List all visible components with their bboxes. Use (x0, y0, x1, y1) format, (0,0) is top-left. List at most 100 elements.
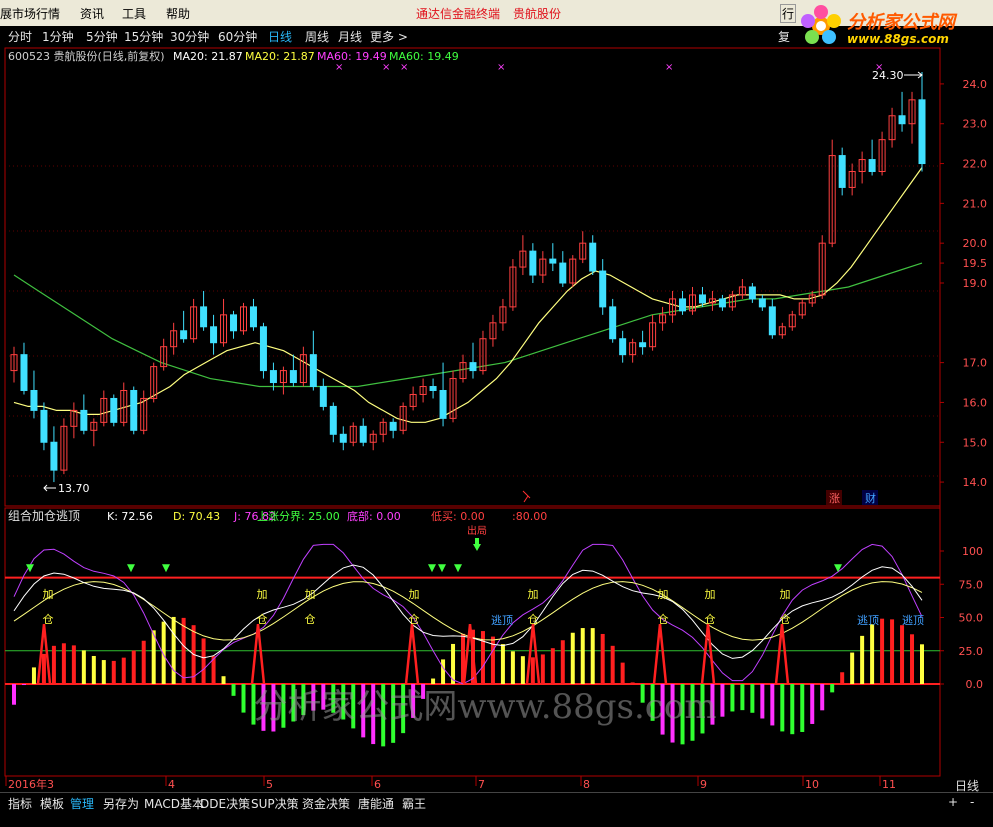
site-logo: 分析家公式网 www.88gs.com (797, 2, 993, 50)
price-tick-label: 20.0 (963, 237, 988, 250)
signal-add-label: 加 (257, 588, 268, 601)
candle-body (679, 298, 687, 312)
indicator-label-5: 低买: 0.00 (431, 510, 485, 523)
histogram-bar-down (780, 684, 785, 732)
candle-body (30, 389, 38, 411)
histogram-bar-down (810, 684, 815, 724)
signal-escape-label: 逃顶 (491, 614, 513, 627)
candle-body (249, 306, 257, 328)
price-tick-label: 23.0 (963, 118, 988, 131)
rise-marker: 涨 (829, 492, 840, 505)
period-tab-8[interactable]: 月线 (338, 28, 362, 45)
candle-body (20, 354, 28, 391)
histogram-bar-up (860, 635, 865, 684)
histogram-bar-up (620, 662, 625, 684)
event-marker-icon: × (497, 62, 505, 73)
candle-body (639, 342, 647, 348)
histogram-bar-up (71, 645, 76, 684)
candle-body (130, 389, 138, 431)
histogram-bar-up (590, 628, 595, 684)
histogram-bar-down (750, 684, 755, 713)
histogram-bar-up (530, 657, 535, 684)
period-tab-5[interactable]: 60分钟 (218, 28, 257, 45)
menu-item-market[interactable]: 展市场行情 (0, 5, 60, 22)
histogram-bar-up (540, 654, 545, 684)
ma-label-0: MA20: 21.87 (173, 50, 243, 63)
event-marker-icon: × (335, 62, 343, 73)
histogram-bar-up (201, 638, 206, 684)
indicator-label-6: :80.00 (512, 510, 547, 523)
main-info-title: 600523 贵航股份(日线,前复权) (8, 49, 165, 63)
period-tab-9[interactable]: 更多 > (370, 28, 408, 45)
price-tick-label: 21.0 (963, 197, 988, 210)
finance-marker: 财 (865, 491, 876, 505)
restore-right-label[interactable]: 复 (778, 28, 790, 45)
bottom-tab-3[interactable]: 另存为 (103, 795, 139, 812)
histogram-bar-up (91, 655, 96, 684)
buy-spike (700, 624, 716, 685)
bottom-tab-6[interactable]: SUP决策 (251, 795, 299, 812)
bottom-tab-9[interactable]: 霸王 (402, 795, 426, 812)
candle-body (599, 270, 607, 308)
candle-body (698, 294, 706, 304)
event-marker-icon: × (400, 62, 408, 73)
quote-button[interactable]: 行 (780, 4, 797, 23)
histogram-bar-up (900, 625, 905, 684)
histogram-bar-up (121, 657, 126, 684)
histogram-bar-up (31, 667, 36, 684)
date-tick-label: 10 (805, 778, 819, 791)
status-bar (0, 812, 993, 827)
period-tab-6[interactable]: 日线 (268, 28, 292, 45)
zoom-in-button[interactable]: + (948, 795, 958, 809)
period-tab-4[interactable]: 30分钟 (170, 28, 209, 45)
histogram-bar-up (61, 643, 66, 684)
histogram-bar-up (870, 624, 875, 684)
histogram-bar-down (730, 684, 735, 712)
candle-body (210, 326, 218, 344)
signal-cang-label: 仓 (780, 612, 791, 626)
period-tab-2[interactable]: 5分钟 (86, 28, 118, 45)
histogram-bar-up (141, 640, 146, 684)
exit-marker: 出局 (467, 524, 487, 537)
bottom-tab-4[interactable]: MACD基本 (144, 795, 204, 812)
bottom-tab-5[interactable]: DDE决策 (200, 795, 250, 812)
price-tick-label: 22.0 (963, 158, 988, 171)
period-tab-0[interactable]: 分时 (8, 28, 32, 45)
candle-body (529, 250, 537, 276)
buy-arrow-icon (26, 564, 34, 573)
histogram-bar-down (21, 684, 26, 686)
menu-item-help[interactable]: 帮助 (166, 5, 190, 22)
menu-item-news[interactable]: 资讯 (80, 5, 104, 22)
candle-body (609, 306, 617, 340)
bottom-tab-1[interactable]: 模板 (40, 795, 64, 812)
chart-area[interactable]: 600523 贵航股份(日线,前复权) MA20: 21.87 MA20: 21.8… (0, 46, 993, 792)
period-tab-7[interactable]: 周线 (305, 28, 329, 45)
zoom-out-button[interactable]: - (970, 795, 974, 809)
histogram-bar-up (221, 676, 226, 684)
histogram-bar-down (231, 684, 236, 696)
indicator-label-1: D: 70.43 (173, 510, 220, 523)
histogram-bar-up (890, 619, 895, 684)
bottom-tab-8[interactable]: 唐能通 (358, 795, 394, 812)
buy-spike (250, 624, 266, 685)
period-tab-3[interactable]: 15分钟 (124, 28, 163, 45)
histogram-bar-up (131, 650, 136, 684)
signal-cang-label: 仓 (705, 612, 716, 626)
histogram-bar-down (760, 684, 765, 719)
bottom-tab-7[interactable]: 资金决策 (302, 795, 350, 812)
high-arrow-icon (904, 71, 923, 79)
indicator-label-3: 上涨分界: 25.00 (257, 510, 340, 523)
bottom-tab-2[interactable]: 管理 (70, 795, 94, 812)
candle-body (200, 306, 208, 328)
period-tab-1[interactable]: 1分钟 (42, 28, 74, 45)
histogram-bar-up (41, 653, 46, 684)
menu-item-tools[interactable]: 工具 (122, 5, 146, 22)
histogram-bar-up (510, 651, 515, 684)
histogram-bar-up (101, 660, 106, 684)
price-tick-label: 19.0 (963, 277, 988, 290)
histogram-bar-down (740, 684, 745, 711)
candle-body (898, 115, 906, 125)
candle-body (110, 397, 118, 423)
histogram-bar-up (570, 632, 575, 684)
bottom-tab-0[interactable]: 指标 (8, 795, 32, 812)
